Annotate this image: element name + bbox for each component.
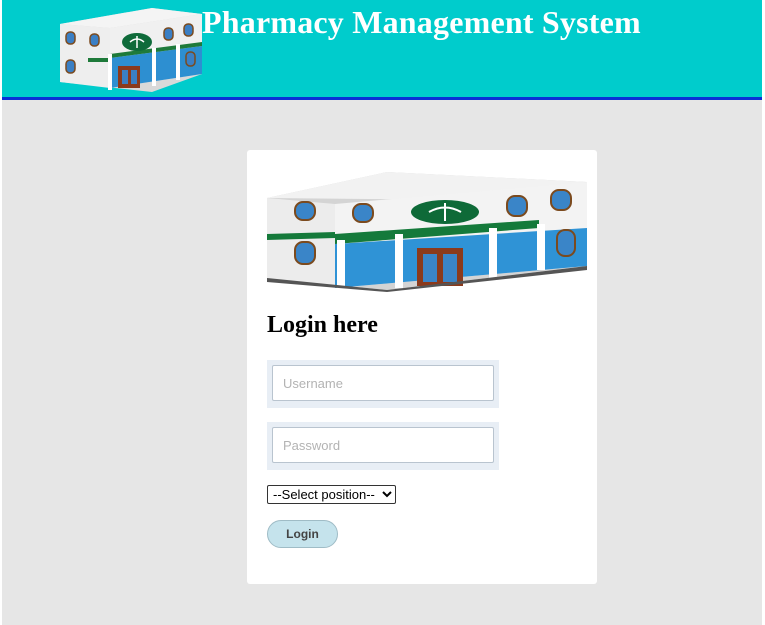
username-input[interactable] xyxy=(272,365,494,401)
password-field-wrapper xyxy=(267,422,499,470)
app-title: Pharmacy Management System xyxy=(202,4,641,40)
login-card: Login here --Select position-- Login xyxy=(247,150,597,584)
password-input[interactable] xyxy=(272,427,494,463)
pharmacy-building-logo xyxy=(60,8,202,92)
app-header: Pharmacy Management System xyxy=(2,0,762,100)
login-button[interactable]: Login xyxy=(267,520,338,548)
position-select[interactable]: --Select position-- xyxy=(267,485,396,504)
username-field-wrapper xyxy=(267,360,499,408)
pharmacy-building-image xyxy=(267,172,587,292)
login-heading: Login here xyxy=(267,312,378,338)
page-frame: Pharmacy Management System Login here Us… xyxy=(2,0,762,625)
